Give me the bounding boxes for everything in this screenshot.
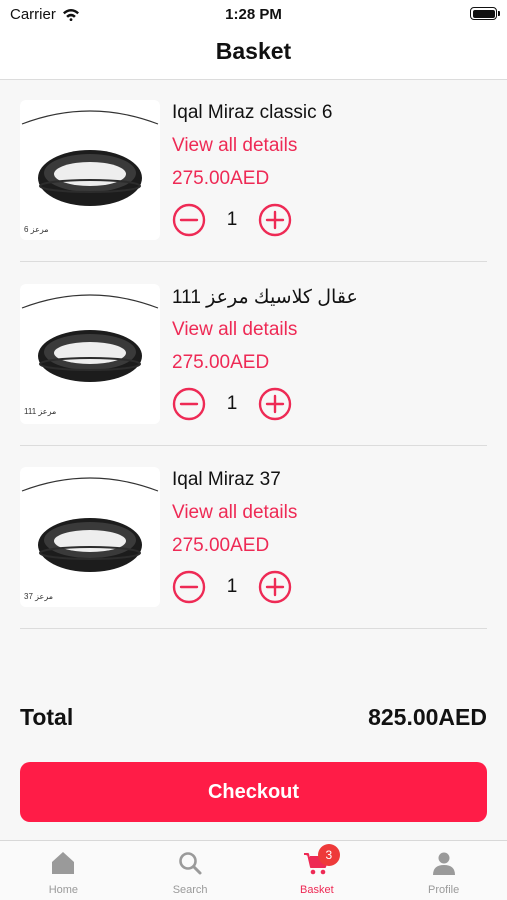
minus-circle-icon — [172, 203, 206, 237]
quantity-value: 1 — [226, 576, 238, 597]
item-name: Iqal Miraz 37 — [172, 469, 281, 490]
tab-home[interactable]: Home — [0, 841, 127, 900]
cart-count-badge: 3 — [317, 844, 340, 866]
checkout-button[interactable]: Checkout — [20, 762, 487, 822]
tab-label: Basket — [300, 884, 334, 896]
item-name: عقال كلاسيك مرعز 111 — [172, 287, 358, 308]
quantity-value: 1 — [226, 209, 238, 230]
search-icon — [176, 849, 204, 877]
status-bar: Carrier 1:28 PM — [0, 0, 507, 30]
tab-label: Search — [172, 884, 208, 896]
image-caption: مرعز 37 — [24, 592, 53, 601]
decrease-quantity-button[interactable] — [172, 570, 206, 604]
view-details-link[interactable]: View all details — [172, 319, 297, 341]
tab-basket[interactable]: 3 Basket — [254, 841, 381, 900]
profile-icon — [430, 849, 458, 877]
item-price: 275.00AED — [172, 535, 270, 556]
page-title: Basket — [215, 38, 292, 64]
plus-circle-icon — [258, 203, 292, 237]
tab-label: Home — [48, 884, 79, 896]
product-image[interactable]: مرعز 6 — [20, 100, 160, 240]
tab-bar: Home Search 3 Basket Profile — [0, 840, 507, 900]
increase-quantity-button[interactable] — [258, 570, 292, 604]
minus-circle-icon — [172, 570, 206, 604]
view-details-link[interactable]: View all details — [172, 502, 297, 524]
cart-icon: 3 — [303, 844, 340, 877]
status-time: 1:28 PM — [225, 6, 282, 23]
iqal-image: مرعز 37 — [21, 477, 159, 601]
image-caption: مرعز 6 — [24, 225, 49, 234]
basket-item: مرعز 37 Iqal Miraz 37 View all details 2… — [20, 467, 487, 629]
quantity-stepper: 1 — [172, 570, 294, 604]
quantity-value: 1 — [226, 393, 238, 414]
decrease-quantity-button[interactable] — [172, 387, 206, 421]
product-image[interactable]: مرعز 37 — [20, 467, 160, 607]
iqal-image: مرعز 111 — [21, 294, 159, 416]
item-price: 275.00AED — [172, 352, 270, 373]
total-value: 825.00AED — [368, 704, 487, 730]
total-label: Total — [20, 704, 74, 730]
quantity-stepper: 1 — [172, 203, 294, 237]
basket-item: مرعز 6 Iqal Miraz classic 6 View all det… — [20, 100, 487, 262]
view-details-link[interactable]: View all details — [172, 135, 297, 157]
product-image[interactable]: مرعز 111 — [20, 284, 160, 424]
plus-circle-icon — [258, 387, 292, 421]
navigation-bar: Basket — [0, 30, 507, 80]
plus-circle-icon — [258, 570, 292, 604]
home-icon — [49, 849, 77, 877]
tab-label: Profile — [428, 884, 460, 896]
quantity-stepper: 1 — [172, 387, 294, 421]
battery-icon — [470, 7, 500, 20]
minus-circle-icon — [172, 387, 206, 421]
item-name: Iqal Miraz classic 6 — [172, 102, 333, 123]
increase-quantity-button[interactable] — [258, 203, 292, 237]
tab-search[interactable]: Search — [127, 841, 254, 900]
decrease-quantity-button[interactable] — [172, 203, 206, 237]
iqal-image: مرعز 6 — [21, 110, 159, 234]
item-price: 275.00AED — [172, 168, 270, 189]
tab-profile[interactable]: Profile — [380, 841, 507, 900]
basket-item: مرعز 111 عقال كلاسيك مرعز 111 View all d… — [20, 284, 487, 446]
increase-quantity-button[interactable] — [258, 387, 292, 421]
image-caption: مرعز 111 — [24, 407, 56, 416]
